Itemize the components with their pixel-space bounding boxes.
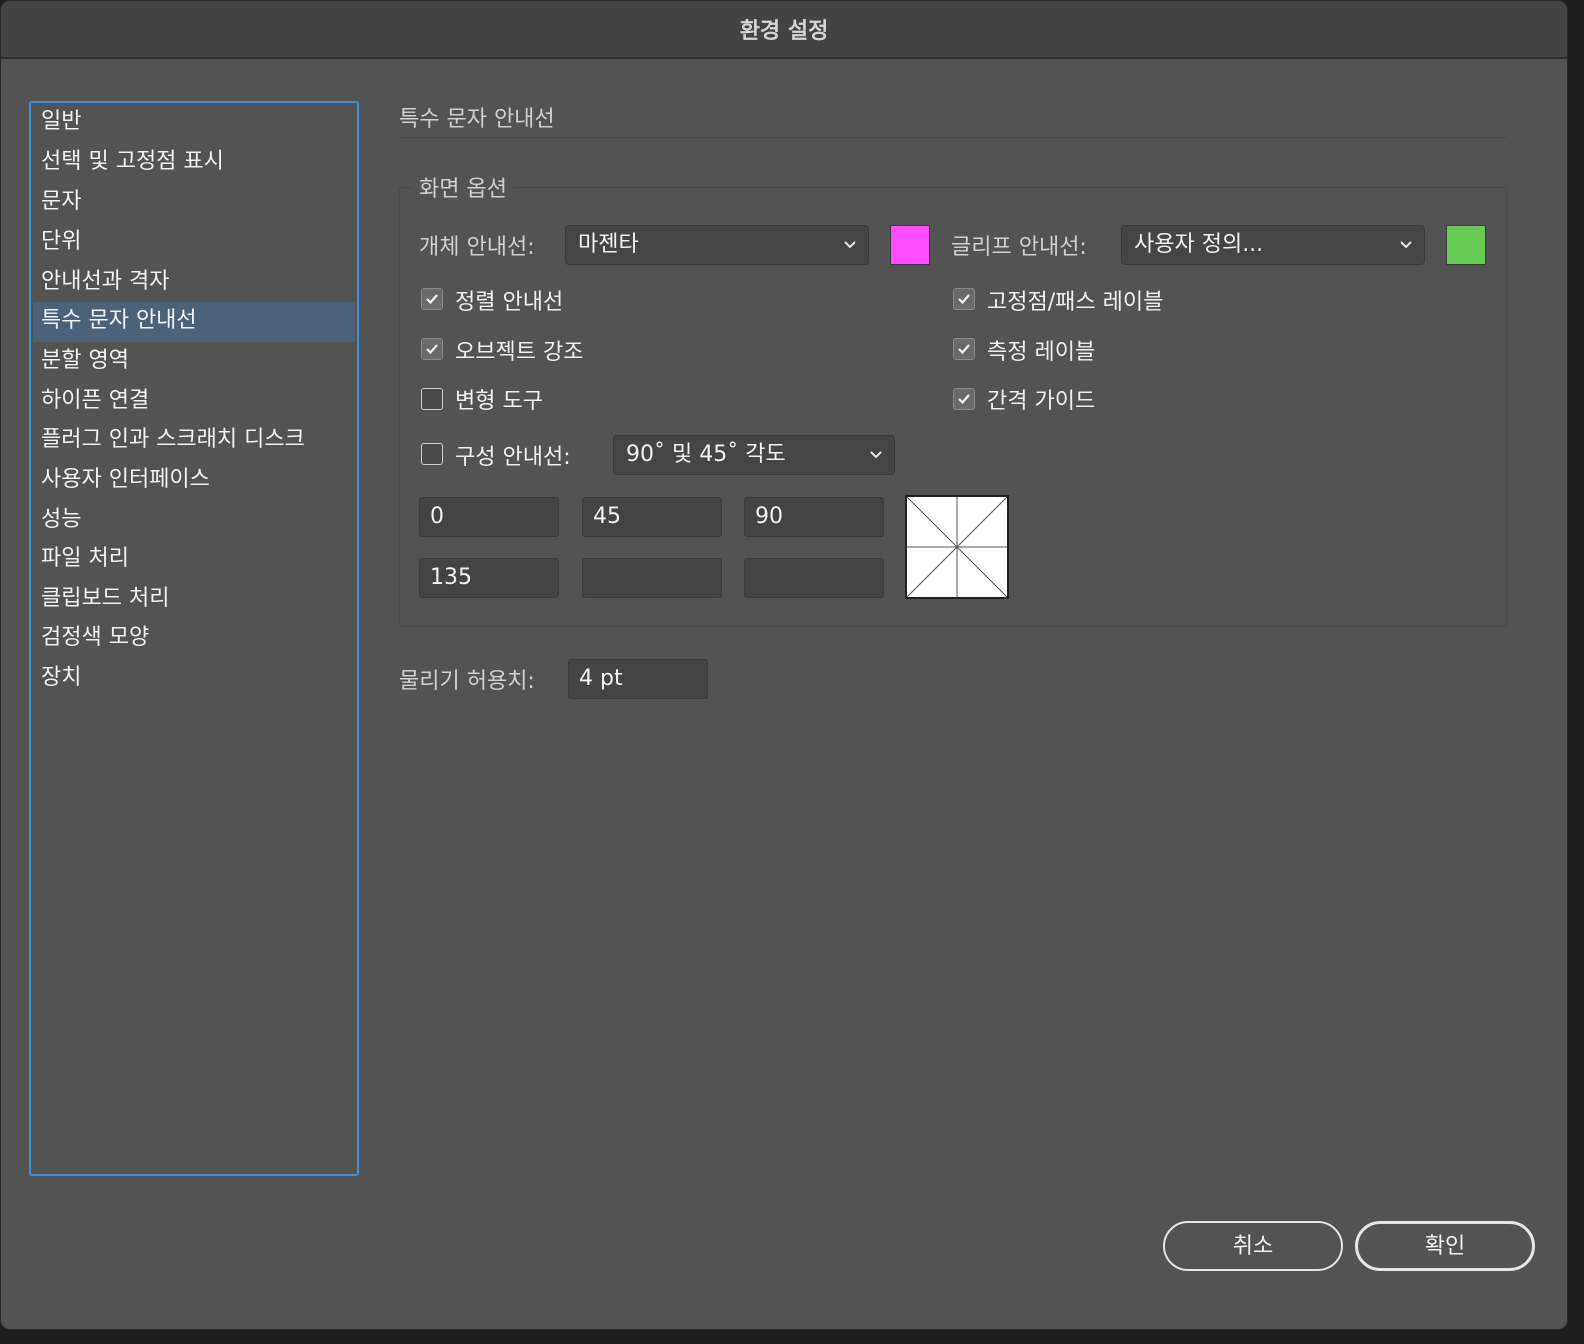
display-options-legend: 화면 옵션: [413, 171, 513, 203]
section-divider: [399, 137, 1507, 138]
chevron-down-icon: [870, 451, 882, 459]
glyph-guides-dropdown-value: 사용자 정의...: [1134, 232, 1264, 257]
construction-guides-dropdown-value: 90˚ 및 45˚ 각도: [626, 442, 786, 467]
object-guides-color-swatch[interactable]: [890, 225, 930, 265]
checkmark-icon: [958, 394, 970, 405]
sidebar-item-general[interactable]: 일반: [33, 103, 355, 143]
chevron-down-icon: [1400, 241, 1412, 249]
angle-input-6[interactable]: [744, 558, 884, 598]
title-bar: 환경 설정: [1, 1, 1567, 59]
sidebar-item-type[interactable]: 문자: [33, 183, 355, 223]
sidebar-item-clipboard-handling[interactable]: 클립보드 처리: [33, 580, 355, 620]
sidebar-item-units[interactable]: 단위: [33, 223, 355, 263]
object-highlighting-checkbox[interactable]: [421, 338, 443, 360]
anchor-path-labels-label[interactable]: 고정점/패스 레이블: [987, 284, 1163, 316]
object-guides-label: 개체 안내선:: [419, 235, 535, 260]
object-highlighting-label[interactable]: 오브젝트 강조: [455, 334, 583, 366]
angle-input-4[interactable]: 135: [419, 558, 559, 598]
measurement-labels-checkbox[interactable]: [953, 338, 975, 360]
alignment-guides-label[interactable]: 정렬 안내선: [455, 284, 563, 316]
alignment-guides-checkbox[interactable]: [421, 288, 443, 310]
cancel-button[interactable]: 취소: [1163, 1221, 1343, 1271]
sidebar-item-hyphenation[interactable]: 하이픈 연결: [33, 382, 355, 422]
sidebar-item-performance[interactable]: 성능: [33, 501, 355, 541]
sidebar-item-guides-grid[interactable]: 안내선과 격자: [33, 263, 355, 303]
checkmark-icon: [426, 294, 438, 305]
preferences-category-list[interactable]: 일반 선택 및 고정점 표시 문자 단위 안내선과 격자 특수 문자 안내선 분…: [29, 101, 359, 1176]
angle-preview: [905, 495, 1009, 599]
construction-guides-checkbox[interactable]: [421, 443, 443, 465]
sidebar-item-devices[interactable]: 장치: [33, 659, 355, 699]
angle-input-5[interactable]: [582, 558, 722, 598]
glyph-guides-color-swatch[interactable]: [1446, 225, 1486, 265]
transform-tools-checkbox[interactable]: [421, 388, 443, 410]
construction-guides-label[interactable]: 구성 안내선:: [455, 439, 571, 471]
glyph-guides-label: 글리프 안내선:: [951, 235, 1087, 260]
snapping-tolerance-input[interactable]: 4 pt: [568, 659, 708, 699]
snapping-tolerance-label: 물리기 허용치:: [399, 669, 535, 694]
sidebar-item-plugins-scratch-disks[interactable]: 플러그 인과 스크래치 디스크: [33, 421, 355, 461]
ok-button[interactable]: 확인: [1355, 1221, 1535, 1271]
sidebar-item-slices[interactable]: 분할 영역: [33, 342, 355, 382]
checkmark-icon: [958, 294, 970, 305]
sidebar-item-smart-guides[interactable]: 특수 문자 안내선: [33, 302, 355, 342]
chevron-down-icon: [844, 241, 856, 249]
angle-input-3[interactable]: 90: [744, 497, 884, 537]
checkmark-icon: [958, 344, 970, 355]
sidebar-item-selection-anchor-display[interactable]: 선택 및 고정점 표시: [33, 143, 355, 183]
anchor-path-labels-checkbox[interactable]: [953, 288, 975, 310]
transform-tools-label[interactable]: 변형 도구: [455, 383, 543, 415]
object-guides-dropdown-value: 마젠타: [578, 232, 639, 257]
preferences-dialog: 환경 설정 일반 선택 및 고정점 표시 문자 단위 안내선과 격자 특수 문자…: [0, 0, 1568, 1330]
construction-guides-angle-dropdown[interactable]: 90˚ 및 45˚ 각도: [613, 435, 895, 475]
angle-input-2[interactable]: 45: [582, 497, 722, 537]
object-guides-color-dropdown[interactable]: 마젠타: [565, 225, 869, 265]
angle-lines-icon: [906, 496, 1008, 598]
sidebar-item-appearance-of-black[interactable]: 검정색 모양: [33, 619, 355, 659]
spacing-guides-checkbox[interactable]: [953, 388, 975, 410]
measurement-labels-label[interactable]: 측정 레이블: [987, 334, 1095, 366]
sidebar-item-file-handling[interactable]: 파일 처리: [33, 540, 355, 580]
angle-input-1[interactable]: 0: [419, 497, 559, 537]
sidebar-item-user-interface[interactable]: 사용자 인터페이스: [33, 461, 355, 501]
spacing-guides-label[interactable]: 간격 가이드: [987, 383, 1095, 415]
checkmark-icon: [426, 344, 438, 355]
dialog-title: 환경 설정: [739, 19, 829, 44]
section-title: 특수 문자 안내선: [399, 107, 555, 132]
glyph-guides-color-dropdown[interactable]: 사용자 정의...: [1121, 225, 1425, 265]
